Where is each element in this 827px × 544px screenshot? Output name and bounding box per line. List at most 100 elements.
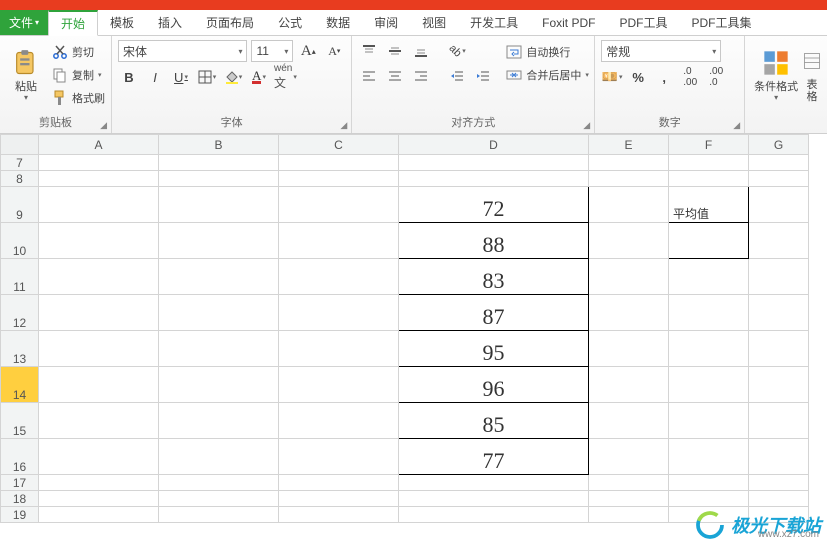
row-header-15[interactable]: 15 <box>1 403 39 439</box>
cell-C12[interactable] <box>279 295 399 331</box>
col-header-F[interactable]: F <box>669 135 749 155</box>
cell-A11[interactable] <box>39 259 159 295</box>
copy-button[interactable]: 复制 ▾ <box>52 65 105 85</box>
cell-G17[interactable] <box>749 475 809 491</box>
cell-D8[interactable] <box>399 171 589 187</box>
menu-tab-7[interactable]: 视图 <box>410 10 458 35</box>
cell-G10[interactable] <box>749 223 809 259</box>
cell-C18[interactable] <box>279 491 399 507</box>
menu-tab-1[interactable]: 模板 <box>98 10 146 35</box>
font-name-combo[interactable]: 宋体 ▾ <box>118 40 247 62</box>
cell-E13[interactable] <box>589 331 669 367</box>
cell-C19[interactable] <box>279 507 399 523</box>
align-middle-button[interactable] <box>384 40 406 62</box>
row-header-18[interactable]: 18 <box>1 491 39 507</box>
phonetic-button[interactable]: wén文 ▾ <box>274 66 297 88</box>
align-bottom-button[interactable] <box>410 40 432 62</box>
cell-A15[interactable] <box>39 403 159 439</box>
cell-E15[interactable] <box>589 403 669 439</box>
cell-G8[interactable] <box>749 171 809 187</box>
cell-E17[interactable] <box>589 475 669 491</box>
col-header-E[interactable]: E <box>589 135 669 155</box>
row-header-8[interactable]: 8 <box>1 171 39 187</box>
cell-F11[interactable] <box>669 259 749 295</box>
merge-center-button[interactable]: 合并后居中 ▾ <box>506 65 589 85</box>
underline-button[interactable]: U▾ <box>170 66 192 88</box>
menu-tab-4[interactable]: 公式 <box>266 10 314 35</box>
increase-indent-button[interactable] <box>472 65 494 87</box>
menu-tab-3[interactable]: 页面布局 <box>194 10 266 35</box>
cell-G14[interactable] <box>749 367 809 403</box>
cell-C9[interactable] <box>279 187 399 223</box>
dialog-launcher-icon[interactable]: ◢ <box>100 117 107 133</box>
cell-F14[interactable] <box>669 367 749 403</box>
cell-G18[interactable] <box>749 491 809 507</box>
cell-D17[interactable] <box>399 475 589 491</box>
cell-D18[interactable] <box>399 491 589 507</box>
align-center-button[interactable] <box>384 65 406 87</box>
cell-F13[interactable] <box>669 331 749 367</box>
row-header-10[interactable]: 10 <box>1 223 39 259</box>
fill-color-button[interactable]: ▾ <box>222 66 244 88</box>
cell-G7[interactable] <box>749 155 809 171</box>
cell-D13[interactable]: 95 <box>399 331 589 367</box>
cell-E16[interactable] <box>589 439 669 475</box>
row-header-9[interactable]: 9 <box>1 187 39 223</box>
decrease-decimal-button[interactable]: .00.0 <box>705 66 727 88</box>
cell-F7[interactable] <box>669 155 749 171</box>
col-header-B[interactable]: B <box>159 135 279 155</box>
table-format-button[interactable]: 表格 <box>803 40 821 110</box>
spreadsheet-area[interactable]: ABCDEFG78972平均值1088118312871395149615851… <box>0 134 827 544</box>
shrink-font-button[interactable]: A▾ <box>323 40 345 62</box>
align-top-button[interactable] <box>358 40 380 62</box>
file-menu-button[interactable]: 文件 ▾ <box>0 10 48 35</box>
wrap-text-button[interactable]: 自动换行 <box>506 42 589 62</box>
italic-button[interactable]: I <box>144 66 166 88</box>
menu-tab-6[interactable]: 审阅 <box>362 10 410 35</box>
cell-G11[interactable] <box>749 259 809 295</box>
align-left-button[interactable] <box>358 65 380 87</box>
cell-C10[interactable] <box>279 223 399 259</box>
cell-E7[interactable] <box>589 155 669 171</box>
cell-A12[interactable] <box>39 295 159 331</box>
cell-F8[interactable] <box>669 171 749 187</box>
row-header-11[interactable]: 11 <box>1 259 39 295</box>
row-header-12[interactable]: 12 <box>1 295 39 331</box>
cell-F18[interactable] <box>669 491 749 507</box>
cut-button[interactable]: 剪切 <box>52 42 105 62</box>
cell-A8[interactable] <box>39 171 159 187</box>
cell-B16[interactable] <box>159 439 279 475</box>
cell-B18[interactable] <box>159 491 279 507</box>
cell-G13[interactable] <box>749 331 809 367</box>
cell-A9[interactable] <box>39 187 159 223</box>
col-header-A[interactable]: A <box>39 135 159 155</box>
cell-C13[interactable] <box>279 331 399 367</box>
paste-button[interactable]: 粘贴 ▾ <box>6 40 46 110</box>
cell-C17[interactable] <box>279 475 399 491</box>
accounting-format-button[interactable]: 💴▾ <box>601 66 623 88</box>
row-header-19[interactable]: 19 <box>1 507 39 523</box>
row-header-14[interactable]: 14 <box>1 367 39 403</box>
cell-A10[interactable] <box>39 223 159 259</box>
cell-F16[interactable] <box>669 439 749 475</box>
row-header-13[interactable]: 13 <box>1 331 39 367</box>
cell-B7[interactable] <box>159 155 279 171</box>
cell-B17[interactable] <box>159 475 279 491</box>
cell-D16[interactable]: 77 <box>399 439 589 475</box>
cell-D14[interactable]: 96 <box>399 367 589 403</box>
cell-D12[interactable]: 87 <box>399 295 589 331</box>
format-painter-button[interactable]: 格式刷 <box>52 88 105 108</box>
cell-F17[interactable] <box>669 475 749 491</box>
increase-decimal-button[interactable]: .0.00 <box>679 66 701 88</box>
row-header-16[interactable]: 16 <box>1 439 39 475</box>
cell-E11[interactable] <box>589 259 669 295</box>
cell-C15[interactable] <box>279 403 399 439</box>
row-header-17[interactable]: 17 <box>1 475 39 491</box>
cell-B15[interactable] <box>159 403 279 439</box>
number-format-combo[interactable]: 常规 ▾ <box>601 40 721 62</box>
cell-A18[interactable] <box>39 491 159 507</box>
menu-tab-0[interactable]: 开始 <box>48 10 98 36</box>
select-all-corner[interactable] <box>1 135 39 155</box>
cell-A14[interactable] <box>39 367 159 403</box>
cell-E10[interactable] <box>589 223 669 259</box>
